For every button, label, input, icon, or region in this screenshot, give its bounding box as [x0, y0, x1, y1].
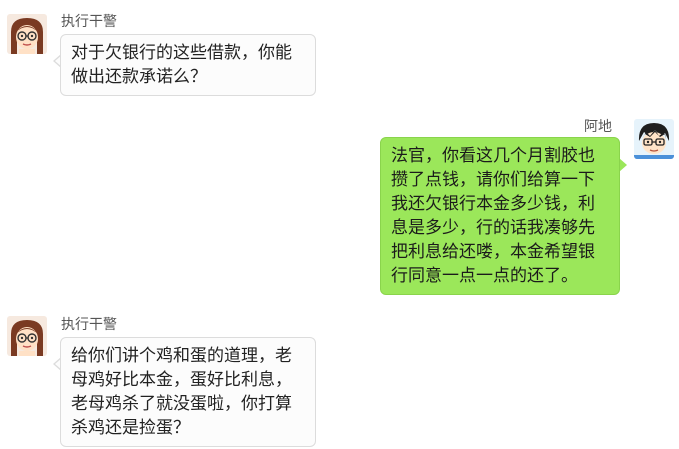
message-bubble[interactable]: 给你们讲个鸡和蛋的道理，老母鸡好比本金，蛋好比利息，老母鸡杀了就没蛋啦，你打算杀… [60, 337, 316, 447]
user-avatar[interactable] [634, 119, 674, 159]
message-bubble[interactable]: 法官，你看这几个月割胶也攒了点钱，请你们给算一下我还欠银行本金多少钱，利息是多少… [380, 137, 620, 295]
sender-name: 执行干警 [61, 14, 117, 30]
sender-name: 执行干警 [61, 317, 117, 333]
sender-name: 阿地 [584, 119, 612, 135]
officer-avatar[interactable] [7, 14, 47, 54]
message-bubble[interactable]: 对于欠银行的这些借款，你能做出还款承诺么？ [60, 34, 316, 96]
officer-avatar[interactable] [7, 316, 47, 356]
